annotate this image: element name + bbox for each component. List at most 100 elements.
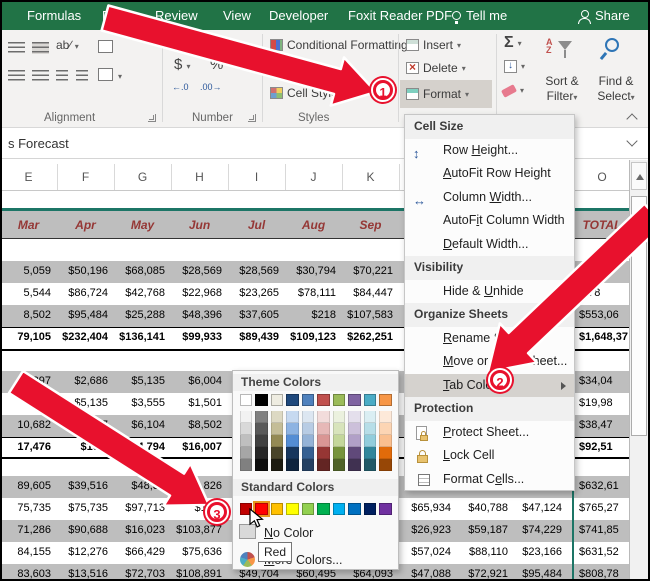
sheet-cell[interactable]: $68,085 — [109, 265, 165, 277]
column-header-h[interactable]: H — [171, 165, 228, 189]
tint-swatch-d99694[interactable] — [317, 435, 330, 447]
tint-swatch-b8cce4[interactable] — [301, 423, 315, 435]
tint-swatch-f2f2f2[interactable] — [240, 411, 253, 423]
sheet-cell[interactable]: $6,004 — [166, 375, 222, 387]
sheet-cell[interactable]: $90,688 — [52, 524, 108, 536]
sheet-cell[interactable]: 79,105 — [2, 331, 51, 343]
sheet-cell[interactable]: $47,124 — [506, 502, 562, 514]
standard-swatch-0070c0[interactable] — [348, 503, 361, 516]
sheet-cell[interactable]: $16,023 — [109, 524, 165, 536]
column-header-j[interactable]: J — [285, 165, 342, 189]
sheet-cell[interactable]: $3,555 — [109, 397, 165, 409]
sheet-cell[interactable]: 507 — [52, 419, 108, 431]
theme-swatch-c0504d[interactable] — [317, 394, 330, 407]
theme-swatch-000000[interactable] — [255, 394, 268, 407]
tint-swatch-ebf1de[interactable] — [332, 411, 346, 423]
sheet-cell[interactable]: 3,3 — [2, 397, 51, 409]
sheet-cell[interactable]: $88,110 — [452, 546, 508, 558]
tint-swatch-31869b[interactable] — [363, 447, 377, 459]
sheet-cell[interactable]: 83,603 — [2, 568, 51, 579]
tint-swatch-e6b8b7[interactable] — [317, 423, 330, 435]
sheet-cell[interactable]: $59,187 — [452, 524, 508, 536]
menu-item-protect-sheet[interactable]: Protect Sheet... — [405, 421, 574, 445]
sheet-cell[interactable]: $48,396 — [166, 309, 222, 321]
sheet-cell[interactable]: $6,104 — [109, 419, 165, 431]
column-header-e[interactable]: E — [2, 165, 57, 189]
theme-swatch-4bacc6[interactable] — [363, 394, 377, 407]
sheet-cell[interactable]: $5,135 — [109, 375, 165, 387]
tint-swatch-daeef3[interactable] — [363, 411, 377, 423]
column-header-f[interactable]: F — [57, 165, 114, 189]
menu-item-column-width[interactable]: Column Width... ↔ — [405, 186, 574, 210]
sheet-cell[interactable]: $78,111 — [280, 287, 336, 299]
tint-swatch-403151[interactable] — [348, 459, 361, 471]
sheet-cell[interactable]: $47,088 — [395, 568, 451, 579]
sheet-cell[interactable]: $72,921 — [452, 568, 508, 579]
tint-swatch-808080[interactable] — [255, 411, 268, 423]
sheet-cell[interactable]: $2,686 — [52, 375, 108, 387]
sheet-cell[interactable]: 0,826 — [166, 480, 222, 492]
tint-swatch-e26b0a[interactable] — [379, 447, 392, 459]
sheet-cell[interactable]: $28,569 — [223, 265, 279, 277]
column-header-g[interactable]: G — [114, 165, 171, 189]
tint-swatch-c4d79b[interactable] — [332, 435, 346, 447]
tint-swatch-595959[interactable] — [255, 423, 268, 435]
tint-swatch-c6d9f0[interactable] — [286, 411, 299, 423]
sheet-cell[interactable]: $37,605 — [223, 309, 279, 321]
scrollbar-thumb[interactable] — [631, 196, 647, 436]
tint-swatch-60497a[interactable] — [348, 447, 361, 459]
sheet-cell[interactable]: $107,583 — [337, 309, 393, 321]
sheet-cell[interactable]: $10,3 — [52, 441, 108, 453]
standard-swatch-00b050[interactable] — [317, 503, 330, 516]
tint-swatch-e4dfec[interactable] — [348, 411, 361, 423]
theme-swatch-9bbb59[interactable] — [332, 394, 346, 407]
tint-swatch-b1a0c7[interactable] — [348, 435, 361, 447]
sheet-cell[interactable]: 8,502 — [2, 309, 51, 321]
standard-swatch-92d050[interactable] — [301, 503, 315, 516]
sheet-cell[interactable]: $84,447 — [337, 287, 393, 299]
sheet-cell[interactable]: $103,877 — [166, 524, 222, 536]
sheet-cell[interactable]: $23,166 — [506, 546, 562, 558]
sheet-cell[interactable]: $65,934 — [395, 502, 451, 514]
sheet-cell[interactable]: $75,735 — [52, 502, 108, 514]
theme-swatch-f79646[interactable] — [379, 394, 392, 407]
standard-swatch-7030a0[interactable] — [379, 503, 392, 516]
tint-swatch-f2dcdb[interactable] — [317, 411, 330, 423]
standard-swatch-ffff00[interactable] — [286, 503, 299, 516]
sheet-cell[interactable]: $5,135 — [52, 397, 108, 409]
tint-swatch-4f6228[interactable] — [332, 459, 346, 471]
sheet-cell[interactable]: $109,123 — [280, 331, 336, 343]
tint-swatch-548dd4[interactable] — [286, 435, 299, 447]
sheet-cell[interactable]: $108,891 — [166, 568, 222, 579]
column-header-o[interactable]: O — [575, 165, 629, 189]
standard-swatch-00b0f0[interactable] — [332, 503, 346, 516]
tint-swatch-17365d[interactable] — [286, 447, 299, 459]
tint-swatch-76933c[interactable] — [332, 447, 346, 459]
sheet-cell[interactable]: 84,155 — [2, 546, 51, 558]
tint-swatch-262626[interactable] — [255, 447, 268, 459]
sheet-cell[interactable]: $95,484 — [52, 309, 108, 321]
standard-swatch-002060[interactable] — [363, 503, 377, 516]
tint-swatch-dce6f1[interactable] — [301, 411, 315, 423]
tint-swatch-366092[interactable] — [301, 447, 315, 459]
sheet-cell[interactable]: $97,713 — [109, 502, 165, 514]
scroll-up-button[interactable] — [631, 162, 647, 190]
sheet-cell[interactable]: $23,265 — [223, 287, 279, 299]
sheet-cell[interactable]: $28,569 — [166, 265, 222, 277]
sheet-cell[interactable]: 75,735 — [2, 502, 51, 514]
sheet-cell[interactable]: $66,429 — [109, 546, 165, 558]
sheet-cell[interactable]: 10,682 — [2, 419, 51, 431]
tint-swatch-1d1b10[interactable] — [270, 459, 284, 471]
sheet-cell[interactable]: $40,788 — [452, 502, 508, 514]
tint-swatch-d8e4bc[interactable] — [332, 423, 346, 435]
standard-swatch-ffc000[interactable] — [270, 503, 284, 516]
theme-swatch-ffffff[interactable] — [240, 394, 253, 407]
sheet-cell[interactable]: $95,484 — [506, 568, 562, 579]
theme-swatch-eeece1[interactable] — [270, 394, 284, 407]
tint-swatch-c4bd97[interactable] — [270, 423, 284, 435]
sheet-cell[interactable]: $136,141 — [109, 331, 165, 343]
tint-swatch-fcd5b4[interactable] — [379, 423, 392, 435]
tint-swatch-808080[interactable] — [240, 459, 253, 471]
column-header-k[interactable]: K — [342, 165, 399, 189]
tint-swatch-8db3e2[interactable] — [286, 423, 299, 435]
